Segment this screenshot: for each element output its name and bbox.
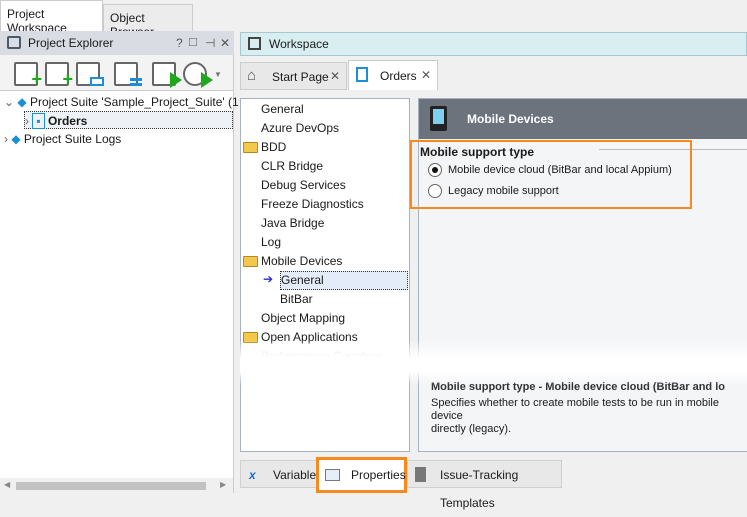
options-tree: General Azure DevOps BDD CLR Bridge Debug Se…	[240, 98, 410, 452]
options-tree-item[interactable]: BitBar	[280, 290, 313, 309]
close-tab-icon[interactable]: ✕	[421, 68, 431, 82]
mobile-support-type-group: Mobile support type Mobile device cloud …	[410, 140, 692, 209]
options-tree-item[interactable]: Debug Services	[261, 176, 346, 195]
workspace-icon	[248, 37, 261, 50]
tab-issue-tracking-templates[interactable]: Issue-Tracking Templates	[407, 460, 562, 510]
options-tree-item[interactable]: Freeze Diagnostics	[261, 195, 364, 214]
options-tree-item[interactable]: Java Bridge	[261, 214, 324, 233]
variables-icon: x	[249, 468, 256, 482]
options-tree-item[interactable]: BDD	[261, 138, 286, 157]
tab-variables[interactable]: x Variables	[240, 460, 322, 488]
project-tree: ⌄ ◆ Project Suite 'Sample_Project_Suite'…	[0, 90, 249, 478]
tree-item-project-suite-logs[interactable]: › ◆ Project Suite Logs	[4, 130, 121, 148]
home-icon: ⌂	[247, 67, 257, 84]
item-properties-icon[interactable]	[114, 62, 142, 86]
panel-header: Mobile Devices	[419, 99, 747, 139]
folder-icon	[243, 142, 258, 153]
options-tree-item[interactable]: Object Mapping	[261, 309, 345, 328]
description-text-2: directly (legacy).	[431, 423, 512, 435]
tab-properties[interactable]: Properties	[316, 457, 407, 493]
options-tree-item[interactable]: General	[280, 271, 408, 290]
explorer-title: Project Explorer	[28, 36, 114, 50]
mobile-device-icon	[430, 106, 447, 131]
tab-start-page[interactable]: ⌂ Start Page ✕	[240, 62, 347, 90]
tree-item-orders[interactable]: › ▪ Orders	[24, 111, 233, 129]
add-new-file-icon[interactable]: +	[45, 62, 73, 89]
folder-icon	[243, 256, 258, 267]
scrollbar-thumb[interactable]	[16, 482, 206, 490]
run-project-icon[interactable]	[152, 62, 182, 88]
tree-item-project-suite[interactable]: ⌄ ◆ Project Suite 'Sample_Project_Suite'…	[4, 93, 249, 111]
arrow-right-icon: ➔	[263, 272, 274, 286]
fade-overlay	[240, 340, 747, 385]
maximize-icon[interactable]: □	[189, 34, 197, 49]
explorer-search-icon	[7, 36, 21, 49]
workspace-header: Workspace	[240, 32, 747, 56]
pin-icon[interactable]: ⊣	[205, 36, 215, 50]
run-suite-icon[interactable]	[183, 62, 213, 88]
horizontal-scrollbar[interactable]: ◀ ▶	[0, 478, 233, 493]
workspace-title: Workspace	[269, 37, 329, 51]
description-text: Specifies whether to create mobile tests…	[431, 397, 719, 422]
open-file-icon[interactable]	[76, 62, 104, 86]
project-icon	[356, 67, 368, 82]
close-tab-icon[interactable]: ✕	[330, 69, 340, 83]
radio-mobile-device-cloud[interactable]: Mobile device cloud (BitBar and local Ap…	[428, 163, 688, 179]
add-new-item-icon[interactable]: +	[14, 62, 42, 89]
tab-project-workspace[interactable]: Project Workspace	[0, 0, 103, 35]
tab-object-browser[interactable]: Object Browser	[103, 4, 193, 39]
explorer-header: Project Explorer ? □ ⊣ ✕	[0, 31, 234, 55]
options-tree-item[interactable]: CLR Bridge	[261, 157, 323, 176]
run-dropdown-icon[interactable]: ▼	[214, 70, 222, 79]
close-icon[interactable]: ✕	[220, 36, 230, 50]
help-icon[interactable]: ?	[176, 36, 183, 50]
description-area: Mobile support type - Mobile device clou…	[431, 381, 736, 436]
tab-orders[interactable]: Orders ✕	[348, 60, 438, 90]
radio-legacy-mobile-support[interactable]: Legacy mobile support	[428, 184, 688, 200]
properties-icon	[325, 469, 340, 481]
options-tree-item[interactable]: General	[261, 100, 304, 119]
options-tree-item[interactable]: Mobile Devices	[261, 252, 342, 271]
issue-tracking-icon	[415, 467, 426, 482]
options-tree-item[interactable]: Azure DevOps	[261, 119, 339, 138]
options-tree-item[interactable]: Log	[261, 233, 281, 252]
